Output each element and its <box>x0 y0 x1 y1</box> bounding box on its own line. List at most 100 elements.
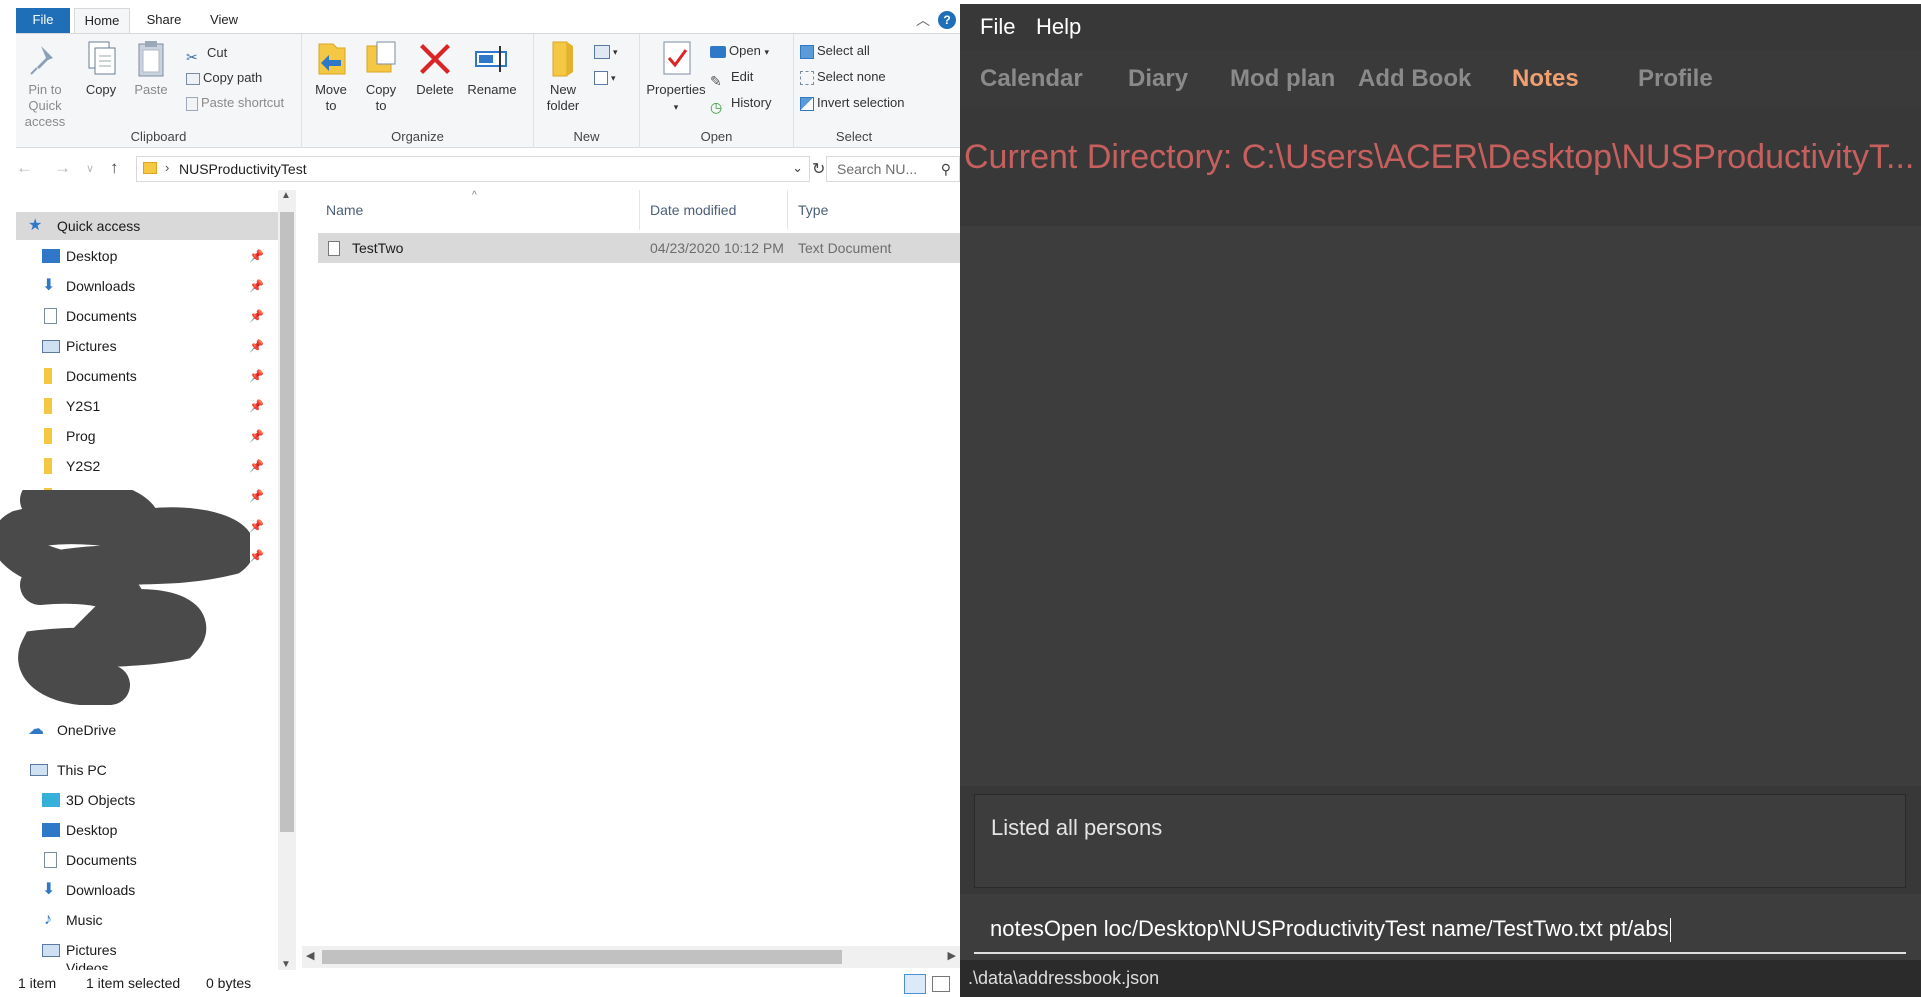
nav-quick-item[interactable]: Documents 📌 <box>16 362 278 390</box>
details-view-icon[interactable] <box>904 974 926 994</box>
pin-icon[interactable]: 📌 <box>249 272 264 300</box>
tab-diary[interactable]: Diary <box>1128 50 1188 108</box>
copy-to-button[interactable]: Copy to <box>358 38 404 114</box>
collapse-ribbon-icon[interactable]: ︿ <box>916 10 930 30</box>
copy-path-button[interactable]: Copy path <box>186 67 262 89</box>
forward-arrow-icon[interactable]: → <box>54 158 71 178</box>
copy-button[interactable]: Copy <box>78 38 124 98</box>
refresh-icon[interactable]: ↻ <box>812 159 825 179</box>
select-all-button[interactable]: Select all <box>800 40 870 62</box>
nav-scrollbar[interactable]: ▲ ▼ <box>278 190 296 970</box>
pin-icon[interactable]: 📌 <box>249 542 264 570</box>
breadcrumb-path[interactable]: NUSProductivityTest <box>179 157 307 181</box>
scroll-right-icon[interactable]: ▶ <box>948 949 956 962</box>
nav-quick-item[interactable]: Documents 📌 <box>16 302 278 330</box>
new-item-button[interactable]: ▾ <box>594 40 618 62</box>
tab-mod-plan[interactable]: Mod plan <box>1230 50 1335 108</box>
nav-label: Y2S2 <box>66 458 101 474</box>
nav-pc-item[interactable]: Videos <box>16 962 278 970</box>
nav-quick-item[interactable]: Pictures 📌 <box>16 332 278 360</box>
edit-button[interactable]: ✎ Edit <box>710 66 753 89</box>
nav-quick-item[interactable]: Y2S1 📌 <box>16 392 278 420</box>
scroll-left-icon[interactable]: ◀ <box>306 949 314 962</box>
rename-button[interactable]: Rename <box>464 38 520 98</box>
nav-pc-item[interactable]: ⬇ Downloads <box>16 876 278 904</box>
nav-quick-item[interactable]: Desktop 📌 <box>16 242 278 270</box>
cut-button[interactable]: ✂ Cut <box>186 42 227 65</box>
address-bar[interactable]: › NUSProductivityTest ⌄ <box>136 156 810 182</box>
pin-icon[interactable]: 📌 <box>249 422 264 450</box>
pin-to-quick-access-button[interactable]: Pin to Quick access <box>16 38 74 130</box>
nav-pc-item[interactable]: Pictures <box>16 936 278 964</box>
pin-icon[interactable]: 📌 <box>249 332 264 360</box>
nav-quick-item[interactable]: Prog 📌 <box>16 422 278 450</box>
nav-pc-item[interactable]: Desktop <box>16 816 278 844</box>
select-none-button[interactable]: Select none <box>800 66 886 88</box>
nav-label: Desktop <box>66 822 118 838</box>
easy-access-button[interactable]: ▾ <box>594 66 616 88</box>
pin-icon[interactable]: 📌 <box>249 362 264 390</box>
tab-view[interactable]: View <box>196 8 252 34</box>
move-to-button[interactable]: Move to <box>308 38 354 114</box>
3d-objects-icon <box>42 793 60 807</box>
column-header-date[interactable]: Date modified <box>642 190 788 230</box>
copy-to-label: Copy to <box>365 82 397 113</box>
recent-locations-icon[interactable]: ∨ <box>86 162 94 175</box>
properties-button[interactable]: Properties ▾ <box>644 38 708 115</box>
command-text: notesOpen loc/Desktop\NUSProductivityTes… <box>990 916 1669 941</box>
nav-onedrive[interactable]: ☁ OneDrive <box>16 716 278 744</box>
nav-label: This PC <box>57 762 107 778</box>
nav-pc-item[interactable]: Documents <box>16 846 278 874</box>
up-arrow-icon[interactable]: ↑ <box>110 158 119 178</box>
file-list-hscrollbar[interactable]: ◀ ▶ <box>302 946 960 968</box>
tab-file[interactable]: File <box>16 8 70 34</box>
paste-shortcut-button[interactable]: Paste shortcut <box>186 92 284 114</box>
history-button[interactable]: ◷ History <box>710 92 771 115</box>
item-count: 1 item <box>18 975 57 991</box>
nav-quick-item[interactable]: Y2S2 📌 <box>16 452 278 480</box>
tab-home[interactable]: Home <box>74 8 130 34</box>
pin-icon[interactable]: 📌 <box>249 392 264 420</box>
nav-label: Pictures <box>66 338 117 354</box>
nav-label: Documents <box>66 308 137 324</box>
nav-quick-item[interactable]: ⬇ Downloads 📌 <box>16 272 278 300</box>
new-folder-button[interactable]: New folder <box>538 38 588 114</box>
tab-share[interactable]: Share <box>136 8 192 34</box>
scroll-down-icon[interactable]: ▼ <box>281 959 291 970</box>
pin-icon[interactable]: 📌 <box>249 452 264 480</box>
tab-add-book[interactable]: Add Book <box>1358 50 1471 108</box>
new-group: New folder ▾ ▾ New <box>534 34 640 148</box>
ribbon-tab-bar: File Home Share View ︿ ? <box>16 8 956 34</box>
scroll-up-icon[interactable]: ▲ <box>281 190 291 201</box>
large-icons-view-icon[interactable] <box>932 976 950 992</box>
pin-icon[interactable]: 📌 <box>249 302 264 330</box>
nav-this-pc[interactable]: This PC <box>16 756 278 784</box>
back-arrow-icon[interactable]: ← <box>16 158 33 178</box>
search-input[interactable]: Search NU... ⚲ <box>826 156 960 182</box>
help-icon[interactable]: ? <box>938 11 956 29</box>
delete-button[interactable]: Delete <box>412 38 458 98</box>
nav-pc-item[interactable]: 3D Objects <box>16 786 278 814</box>
nav-pc-item[interactable]: ♪ Music <box>16 906 278 934</box>
tab-profile[interactable]: Profile <box>1638 50 1713 108</box>
tab-calendar[interactable]: Calendar <box>980 50 1083 108</box>
command-input[interactable]: notesOpen loc/Desktop\NUSProductivityTes… <box>974 904 1906 954</box>
invert-selection-button[interactable]: Invert selection <box>800 92 904 114</box>
file-row[interactable]: TestTwo 04/23/2020 10:12 PM Text Documen… <box>318 233 960 263</box>
pin-icon[interactable]: 📌 <box>249 242 264 270</box>
menu-help[interactable]: Help <box>1036 4 1081 50</box>
pin-icon[interactable]: 📌 <box>249 482 264 510</box>
paste-button[interactable]: Paste <box>128 38 174 98</box>
nav-label: Pictures <box>66 942 117 958</box>
address-dropdown-icon[interactable]: ⌄ <box>792 160 803 176</box>
column-header-name[interactable]: Name <box>318 190 640 230</box>
nav-scroll-thumb[interactable] <box>280 212 294 832</box>
result-text: Listed all persons <box>991 815 1163 840</box>
menu-file[interactable]: File <box>980 4 1015 50</box>
hscroll-thumb[interactable] <box>322 950 842 964</box>
nav-quick-access[interactable]: ★ Quick access <box>16 212 278 240</box>
tab-notes[interactable]: Notes <box>1512 50 1579 108</box>
open-button[interactable]: Open ▾ <box>710 40 769 62</box>
column-header-type[interactable]: Type <box>790 190 960 230</box>
pin-icon[interactable]: 📌 <box>249 512 264 540</box>
